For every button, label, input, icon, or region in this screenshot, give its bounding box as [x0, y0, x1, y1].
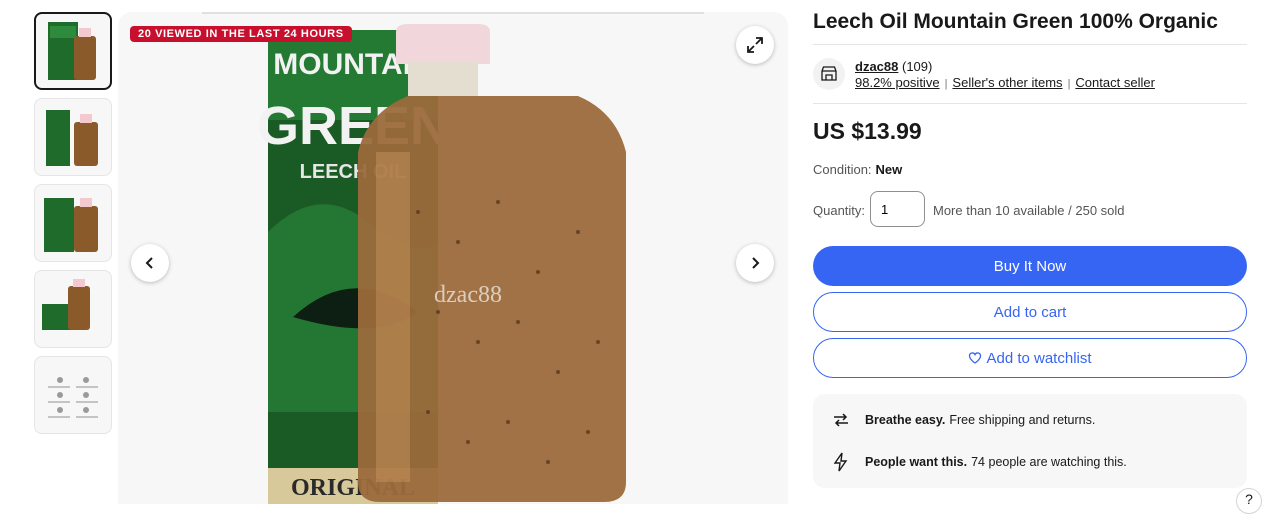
swap-arrows-icon — [831, 410, 851, 430]
chevron-right-icon — [752, 257, 760, 269]
fullscreen-button[interactable] — [736, 26, 774, 64]
prev-image-button[interactable] — [131, 244, 169, 282]
promo-watchers-bold: People want this. — [865, 455, 968, 469]
seller-avatar[interactable] — [813, 58, 845, 90]
add-to-watchlist-label: Add to watchlist — [986, 349, 1092, 367]
promo-watchers-text: 74 people are watching this. — [971, 455, 1127, 469]
quantity-input[interactable] — [870, 191, 925, 227]
watermark: dzac88 — [434, 282, 502, 308]
divider-top — [813, 44, 1247, 45]
seller-feedback-count: (109) — [902, 59, 933, 74]
divider-seller — [813, 103, 1247, 104]
contact-seller-link[interactable]: Contact seller — [1075, 75, 1154, 90]
condition-value: New — [875, 162, 903, 177]
promo-panel: Breathe easy. Free shipping and returns. … — [813, 394, 1247, 488]
quantity-label: Quantity: — [813, 203, 866, 218]
condition-label: Condition: — [813, 162, 872, 177]
views-badge: 20 VIEWED IN THE LAST 24 HOURS — [130, 26, 352, 42]
listing-title: Leech Oil Mountain Green 100% Organic — [813, 10, 1218, 33]
seller-other-items-link[interactable]: Seller's other items — [952, 75, 1062, 90]
promo-shipping-text: Free shipping and returns. — [949, 413, 1096, 427]
promo-watchers: People want this. 74 people are watching … — [831, 452, 1127, 472]
condition: Condition: New — [813, 162, 902, 177]
quantity-availability: More than 10 available / 250 sold — [933, 203, 1125, 218]
product-photo: MOUNTAIN GREEN LEECH OIL ORIGINAL dzac88 — [202, 12, 704, 504]
thumbnail-3[interactable] — [34, 184, 112, 262]
thumbnail-1[interactable] — [34, 12, 112, 90]
seller-positive-link[interactable]: 98.2% positive — [855, 75, 940, 90]
promo-shipping: Breathe easy. Free shipping and returns. — [831, 410, 1095, 430]
expand-icon — [747, 37, 763, 53]
promo-shipping-bold: Breathe easy. — [865, 413, 946, 427]
store-icon — [821, 66, 837, 81]
main-product-image[interactable]: MOUNTAIN GREEN LEECH OIL ORIGINAL dzac88… — [118, 12, 788, 504]
add-to-watchlist-button[interactable]: Add to watchlist — [813, 338, 1247, 378]
seller-info: dzac88 (109) — [855, 59, 932, 74]
thumbnail-4[interactable] — [34, 270, 112, 348]
heart-icon — [969, 352, 982, 364]
price: US $13.99 — [813, 118, 922, 144]
thumbnail-5[interactable] — [34, 356, 112, 434]
seller-links: 98.2% positive | Seller's other items | Cont… — [855, 75, 1155, 90]
chevron-left-icon — [145, 257, 153, 269]
seller-name-link[interactable]: dzac88 — [855, 59, 898, 74]
next-image-button[interactable] — [736, 244, 774, 282]
buy-it-now-button[interactable]: Buy It Now — [813, 246, 1247, 286]
lightning-icon — [831, 452, 851, 472]
add-to-cart-button[interactable]: Add to cart — [813, 292, 1247, 332]
thumbnail-2[interactable] — [34, 98, 112, 176]
help-button[interactable]: ? — [1236, 488, 1262, 514]
thumbnail-strip — [34, 12, 112, 442]
